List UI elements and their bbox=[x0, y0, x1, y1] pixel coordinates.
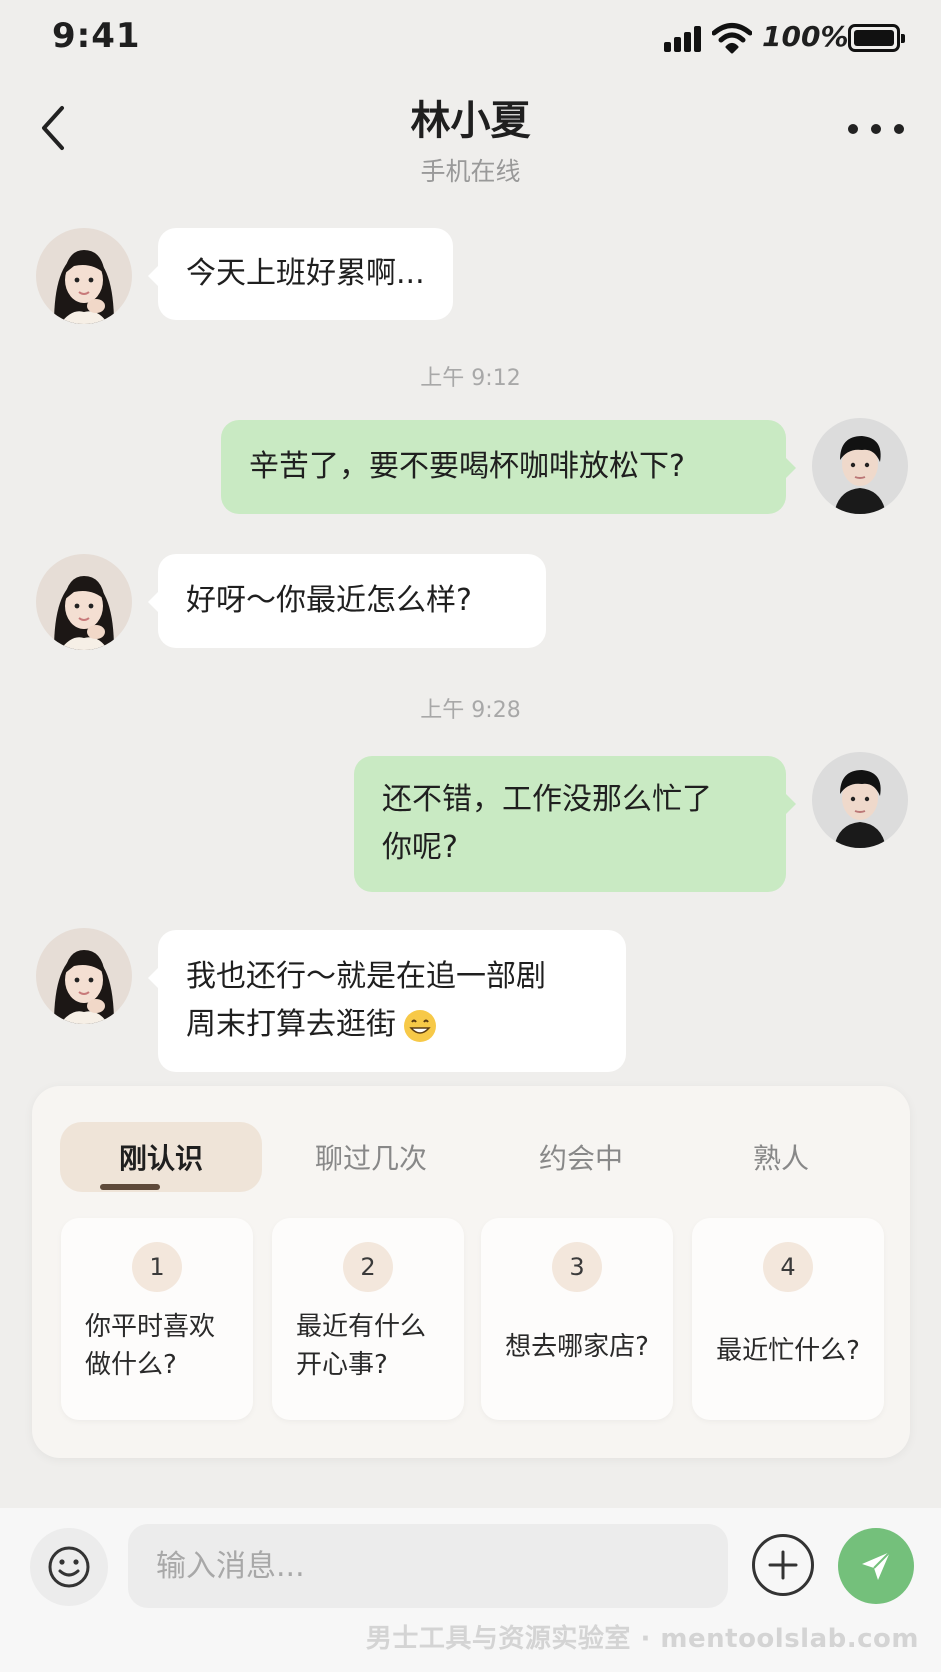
message-text: 好呀～你最近怎么样? bbox=[186, 583, 472, 618]
card-text: 最近忙什么? bbox=[716, 1336, 860, 1366]
relationship-tabs: 刚认识 聊过几次 约会中 熟人 bbox=[60, 1122, 882, 1192]
message-text: 辛苦了，要不要喝杯咖啡放松下? bbox=[249, 449, 685, 484]
message-text-line: 你呢? bbox=[382, 830, 458, 865]
message-timestamp: 上午 9:12 bbox=[420, 366, 521, 391]
card-text: 你平时喜欢 做什么? bbox=[85, 1312, 216, 1380]
card-number: 3 bbox=[552, 1242, 602, 1292]
smiley-icon[interactable] bbox=[30, 1528, 108, 1606]
message-timestamp: 上午 9:28 bbox=[420, 698, 521, 723]
message-text-line: 还不错，工作没那么忙了 bbox=[382, 782, 712, 817]
user-avatar[interactable] bbox=[812, 752, 908, 848]
card-text: 最近有什么 开心事? bbox=[296, 1312, 427, 1380]
message-text: 今天上班好累啊... bbox=[186, 256, 425, 291]
card-number: 4 bbox=[763, 1242, 813, 1292]
message-input[interactable] bbox=[128, 1524, 728, 1608]
suggestion-card[interactable]: 3 想去哪家店? bbox=[481, 1218, 673, 1420]
card-text: 想去哪家店? bbox=[505, 1332, 649, 1362]
signal-icon bbox=[664, 26, 704, 52]
card-number: 1 bbox=[132, 1242, 182, 1292]
watermark: 男士工具与资源实验室 · mentoolslab.com bbox=[365, 1624, 919, 1654]
message-bubble-incoming[interactable]: 今天上班好累啊... bbox=[148, 228, 453, 320]
battery-icon bbox=[848, 24, 905, 52]
suggestion-card[interactable]: 4 最近忙什么? bbox=[692, 1218, 884, 1420]
message-bubble-outgoing[interactable]: 还不错，工作没那么忙了 你呢? bbox=[354, 756, 796, 892]
contact-avatar[interactable] bbox=[36, 228, 132, 324]
tab-chatted-few-times[interactable]: 聊过几次 bbox=[270, 1122, 472, 1192]
send-icon[interactable] bbox=[838, 1528, 914, 1604]
chat-title: 林小夏 bbox=[410, 98, 531, 144]
suggestion-card[interactable]: 1 你平时喜欢 做什么? bbox=[61, 1218, 253, 1420]
contact-avatar[interactable] bbox=[36, 554, 132, 650]
tab-acquaintance[interactable]: 熟人 bbox=[680, 1122, 882, 1192]
message-text-line: 周末打算去逛街 bbox=[186, 1001, 546, 1049]
status-time: 9:41 bbox=[52, 16, 141, 56]
more-icon[interactable] bbox=[848, 118, 904, 140]
status-bar: 9:41 100% bbox=[0, 0, 941, 80]
user-avatar[interactable] bbox=[812, 418, 908, 514]
tab-just-met[interactable]: 刚认识 bbox=[60, 1122, 262, 1192]
plus-icon[interactable] bbox=[752, 1534, 814, 1596]
contact-avatar[interactable] bbox=[36, 928, 132, 1024]
message-bubble-outgoing[interactable]: 辛苦了，要不要喝杯咖啡放松下? bbox=[221, 420, 796, 514]
message-text-line: 我也还行～就是在追一部剧 bbox=[186, 959, 546, 994]
suggestion-card[interactable]: 2 最近有什么 开心事? bbox=[272, 1218, 464, 1420]
grinning-face-icon bbox=[404, 1009, 436, 1042]
wifi-icon bbox=[711, 22, 753, 54]
battery-percent: 100% bbox=[762, 20, 849, 53]
tab-dating[interactable]: 约会中 bbox=[480, 1122, 682, 1192]
message-bubble-incoming[interactable]: 好呀～你最近怎么样? bbox=[148, 554, 546, 648]
card-number: 2 bbox=[343, 1242, 393, 1292]
message-bubble-incoming[interactable]: 我也还行～就是在追一部剧 周末打算去逛街 bbox=[148, 930, 626, 1072]
active-tab-indicator bbox=[100, 1184, 160, 1190]
online-status: 手机在线 bbox=[420, 157, 521, 186]
